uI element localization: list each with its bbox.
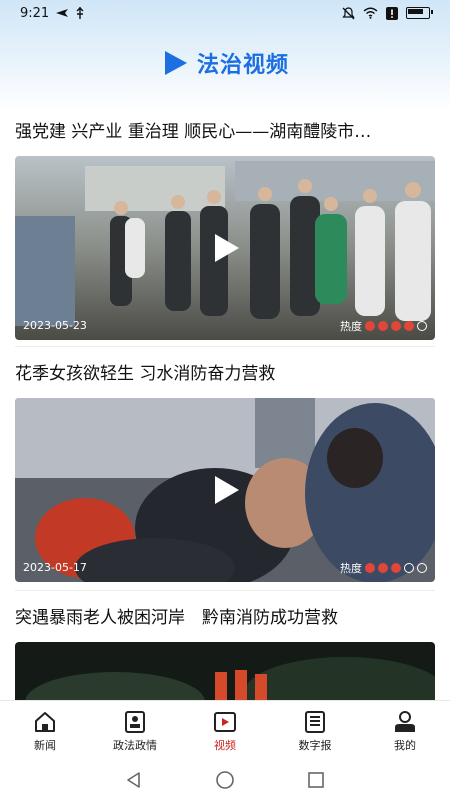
rating-star-icon [417, 563, 427, 573]
id-card-icon [125, 710, 145, 733]
heat-rating: 热度 [340, 560, 427, 576]
rating-star-icon [404, 563, 414, 573]
heat-label: 热度 [340, 562, 362, 575]
battery-icon [406, 7, 433, 19]
video-title[interactable]: 强党建 兴产业 重治理 顺民心——湖南醴陵市… [15, 118, 435, 146]
wifi-icon [363, 7, 378, 19]
video-thumbnail[interactable] [15, 642, 435, 700]
video-icon [214, 711, 236, 732]
home-circle-icon[interactable] [215, 770, 235, 790]
video-feed[interactable]: 强党建 兴产业 重治理 顺民心——湖南醴陵市… 2023-05-23 热度 花季… [0, 108, 450, 700]
nav-label: 我的 [394, 738, 416, 752]
video-card[interactable]: 突遇暴雨老人被困河岸 黔南消防成功营救 [15, 604, 435, 700]
bottom-navigation: 新闻 政法政情 视频 数字报 我的 [0, 700, 450, 761]
video-thumbnail[interactable]: 2023-05-23 热度 [15, 156, 435, 340]
newspaper-icon [305, 710, 325, 733]
app-header: 法治视频 [0, 40, 450, 85]
alert-icon [386, 6, 398, 20]
rating-star-icon [391, 321, 401, 331]
user-icon [395, 710, 415, 732]
heat-rating: 热度 [340, 318, 427, 334]
heat-label: 热度 [340, 320, 362, 333]
recent-apps-icon[interactable] [307, 771, 325, 789]
rating-star-icon [404, 321, 414, 331]
status-bar: 9:21 [0, 0, 450, 26]
back-icon[interactable] [125, 771, 143, 789]
nav-video[interactable]: 视频 [180, 701, 270, 761]
rating-star-icon [365, 321, 375, 331]
video-title[interactable]: 花季女孩欲轻生 习水消防奋力营救 [15, 360, 435, 388]
nav-label: 视频 [214, 738, 236, 752]
play-button-icon[interactable] [208, 473, 242, 507]
video-date: 2023-05-23 [23, 319, 87, 332]
video-card[interactable]: 花季女孩欲轻生 习水消防奋力营救 2023-05-17 热度 [15, 360, 435, 582]
rating-star-icon [391, 563, 401, 573]
mute-icon [342, 6, 355, 19]
thumbnail-image [15, 642, 435, 700]
play-button-icon[interactable] [208, 231, 242, 265]
nav-mine[interactable]: 我的 [360, 701, 450, 761]
play-logo-icon [164, 50, 187, 75]
navigation-arrow-icon [56, 9, 69, 17]
system-navigation-bar [0, 760, 450, 800]
nav-digital-paper[interactable]: 数字报 [270, 701, 360, 761]
home-icon [35, 711, 55, 732]
nav-label: 新闻 [34, 738, 56, 752]
nav-label: 政法政情 [113, 738, 157, 752]
rating-star-icon [378, 321, 388, 331]
video-thumbnail[interactable]: 2023-05-17 热度 [15, 398, 435, 582]
rating-star-icon [417, 321, 427, 331]
divider [15, 590, 435, 591]
divider [15, 346, 435, 347]
nav-politics[interactable]: 政法政情 [90, 701, 180, 761]
usb-icon [76, 7, 84, 19]
video-title[interactable]: 突遇暴雨老人被困河岸 黔南消防成功营救 [15, 604, 435, 632]
rating-star-icon [365, 563, 375, 573]
video-date: 2023-05-17 [23, 561, 87, 574]
status-time: 9:21 [20, 5, 50, 21]
nav-news[interactable]: 新闻 [0, 701, 90, 761]
page-title: 法治视频 [196, 52, 289, 78]
video-card[interactable]: 强党建 兴产业 重治理 顺民心——湖南醴陵市… 2023-05-23 热度 [15, 118, 435, 340]
rating-star-icon [378, 563, 388, 573]
nav-label: 数字报 [298, 738, 332, 752]
